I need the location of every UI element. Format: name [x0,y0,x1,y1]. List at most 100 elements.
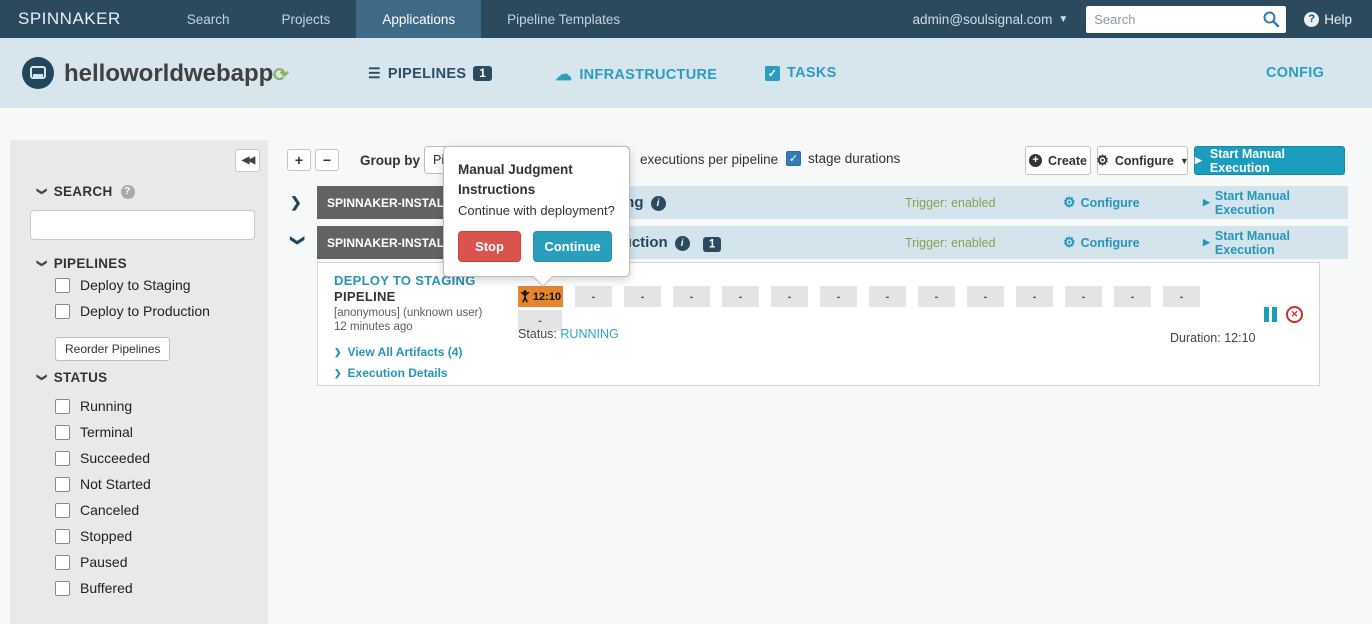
start-manual-execution-button[interactable]: ▶ Start Manual Execution [1194,146,1345,175]
status-filter-checkbox[interactable]: Canceled [55,502,151,518]
stage-pill[interactable]: - [771,286,808,307]
stage-pill[interactable]: - [820,286,857,307]
view-all-artifacts-link[interactable]: ❯ View All Artifacts (4) [334,345,462,359]
checkbox-checked[interactable]: ✓ [786,151,801,166]
chevron-down-icon: ❯ [36,187,47,196]
checkbox-unchecked[interactable] [55,399,70,414]
info-icon[interactable]: i [675,236,690,251]
status-value: RUNNING [560,327,618,341]
search-input[interactable] [1086,7,1256,32]
chevron-down-icon: ▼ [1058,14,1068,25]
group-start-execution-link[interactable]: ▶ Start Manual Execution [1203,229,1348,257]
reorder-pipelines-button[interactable]: Reorder Pipelines [55,337,170,361]
expand-all-button[interactable]: + [287,149,311,171]
execution-user: [anonymous] (unknown user) [334,307,482,319]
pipeline-filter-checkbox[interactable]: Deploy to Production [55,303,210,319]
help-circle-icon[interactable]: ? [121,185,135,199]
collapse-sidebar-button[interactable]: ◀◀ [235,149,260,172]
chevron-right-icon: ❯ [334,347,342,358]
stage-durations-toggle[interactable]: ✓ stage durations [786,151,900,166]
search-icon[interactable] [1262,10,1280,28]
status-filter-checkbox[interactable]: Running [55,398,151,414]
user-menu[interactable]: admin@soulsignal.com ▼ [913,12,1069,27]
group-expand-chevron[interactable]: ❯ [290,194,306,211]
gear-icon: ⚙ [1096,152,1109,169]
group-by-label: Group by [360,153,420,168]
top-navbar: SPINNAKER SearchProjectsApplicationsPipe… [0,0,1372,38]
popup-title: Manual Judgment Instructions [458,160,615,201]
stage-pill[interactable]: - [1114,286,1151,307]
stage-pill[interactable]: - [1016,286,1053,307]
question-circle-icon: ? [1304,12,1319,27]
stage-pill[interactable]: - [918,286,955,307]
status-section-header[interactable]: ❯ STATUS [37,370,107,385]
checkbox-unchecked[interactable] [55,451,70,466]
stage-pill[interactable]: - [575,286,612,307]
pipeline-filter-input[interactable] [30,210,255,240]
execution-card: DEPLOY TO STAGING PIPELINE [anonymous] (… [317,262,1320,386]
stage-pill[interactable]: - [1163,286,1200,307]
stage-pill[interactable]: - [722,286,759,307]
gear-icon: ⚙ [1063,234,1076,251]
tab-config[interactable]: CONFIG [1266,65,1324,81]
cancel-execution-icon[interactable]: ✕ [1286,306,1303,323]
stop-button[interactable]: Stop [458,231,521,262]
status-filter-checkbox[interactable]: Succeeded [55,450,151,466]
checkbox-unchecked[interactable] [55,425,70,440]
execution-status: Status: RUNNING [518,327,619,341]
gear-icon: ⚙ [1063,194,1076,211]
stage-pill[interactable]: - [869,286,906,307]
nav-item[interactable]: Search [161,0,256,38]
group-start-execution-link[interactable]: ▶ Start Manual Execution [1203,189,1348,217]
tab-tasks[interactable]: ✓ TASKS [765,65,837,81]
help-menu[interactable]: ? Help [1304,12,1352,27]
pause-execution-icon[interactable] [1264,307,1278,322]
group-collapse-chevron[interactable]: ❯ [290,235,307,251]
stage-pill[interactable]: - [673,286,710,307]
stage-pill[interactable]: 12:10 [518,286,563,307]
caret-down-icon: ▼ [1180,156,1189,166]
group-configure-link[interactable]: ⚙ Configure [1063,234,1140,251]
checkbox-unchecked[interactable] [55,477,70,492]
continue-button[interactable]: Continue [533,231,612,262]
pipelines-section-header[interactable]: ❯ PIPELINES [37,256,127,271]
pipeline-filter-checkbox[interactable]: Deploy to Staging [55,277,210,293]
status-filter-checkbox[interactable]: Stopped [55,528,151,544]
nav-item[interactable]: Pipeline Templates [481,0,646,38]
refresh-icon[interactable]: ⟳ [273,64,289,87]
tab-infrastructure[interactable]: ☁ INFRASTRUCTURE [555,65,717,85]
main-nav: SearchProjectsApplicationsPipeline Templ… [161,0,646,38]
checkbox-unchecked[interactable] [55,503,70,518]
spinnaker-logo[interactable]: SPINNAKER [0,0,161,38]
check-square-icon: ✓ [765,66,780,81]
tab-pipelines[interactable]: ☰ PIPELINES 1 [368,65,492,82]
configure-dropdown-button[interactable]: ⚙ Configure ▼ [1097,146,1188,175]
search-section-header[interactable]: ❯ SEARCH ? [37,184,135,199]
checkbox-unchecked[interactable] [55,304,70,319]
checkbox-unchecked[interactable] [55,278,70,293]
stage-pill[interactable]: - [967,286,1004,307]
create-button[interactable]: + Create [1025,146,1091,175]
popup-message: Continue with deployment? [458,203,615,218]
status-filter-checkbox[interactable]: Paused [55,554,151,570]
application-name: helloworldwebapp [64,60,273,88]
execution-details-link[interactable]: ❯ Execution Details [334,366,448,380]
execution-type-label: PIPELINE [334,289,396,304]
manual-judgment-icon [520,290,530,303]
checkbox-unchecked[interactable] [55,581,70,596]
stage-pill[interactable]: - [624,286,661,307]
nav-item[interactable]: Projects [256,0,357,38]
checkbox-unchecked[interactable] [55,555,70,570]
status-filter-checkbox[interactable]: Buffered [55,580,151,596]
help-label: Help [1324,12,1352,27]
stage-pill[interactable]: - [1065,286,1102,307]
status-filter-checkbox[interactable]: Not Started [55,476,151,492]
global-search [1086,6,1286,33]
info-icon[interactable]: i [651,196,666,211]
checkbox-unchecked[interactable] [55,529,70,544]
status-filter-list: Running Terminal Succeeded Not Started C… [55,398,151,596]
nav-item[interactable]: Applications [356,0,481,38]
collapse-all-button[interactable]: − [315,149,339,171]
group-configure-link[interactable]: ⚙ Configure [1063,194,1140,211]
status-filter-checkbox[interactable]: Terminal [55,424,151,440]
